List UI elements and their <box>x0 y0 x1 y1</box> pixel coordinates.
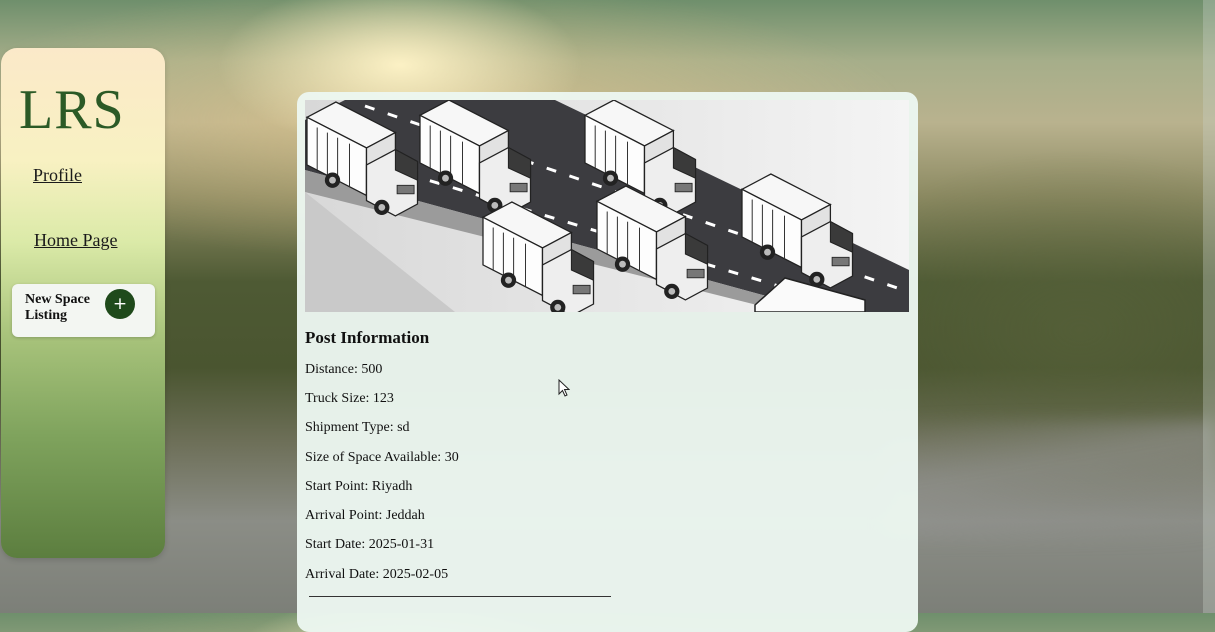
field-start-date: Start Date: 2025-01-31 <box>305 537 435 552</box>
post-information-heading: Post Information <box>305 328 430 347</box>
sidebar: LRS Profile Home Page New Space Listing … <box>1 48 165 558</box>
new-space-listing-label: New Space Listing <box>25 292 90 323</box>
new-space-listing-button[interactable]: New Space Listing + <box>12 284 155 337</box>
field-truck-size: Truck Size: 123 <box>305 391 394 406</box>
nav-link-profile[interactable]: Profile <box>33 165 82 186</box>
plus-icon[interactable]: + <box>105 289 135 319</box>
field-distance: Distance: 500 <box>305 362 383 377</box>
field-arrival-point: Arrival Point: Jeddah <box>305 508 425 523</box>
app-logo: LRS <box>19 79 125 141</box>
field-arrival-date: Arrival Date: 2025-02-05 <box>305 567 449 582</box>
scrollbar[interactable] <box>1203 0 1215 613</box>
mouse-pointer-icon <box>558 378 571 402</box>
field-shipment-type: Shipment Type: sd <box>305 420 410 435</box>
truck-illustration <box>305 100 909 312</box>
divider <box>309 596 611 597</box>
field-space-available: Size of Space Available: 30 <box>305 450 459 465</box>
field-start-point: Start Point: Riyadh <box>305 479 413 494</box>
background-road-blur <box>885 420 1215 540</box>
post-card: Post Information Distance: 500 Truck Siz… <box>297 92 918 632</box>
nav-link-home-page[interactable]: Home Page <box>34 230 117 251</box>
